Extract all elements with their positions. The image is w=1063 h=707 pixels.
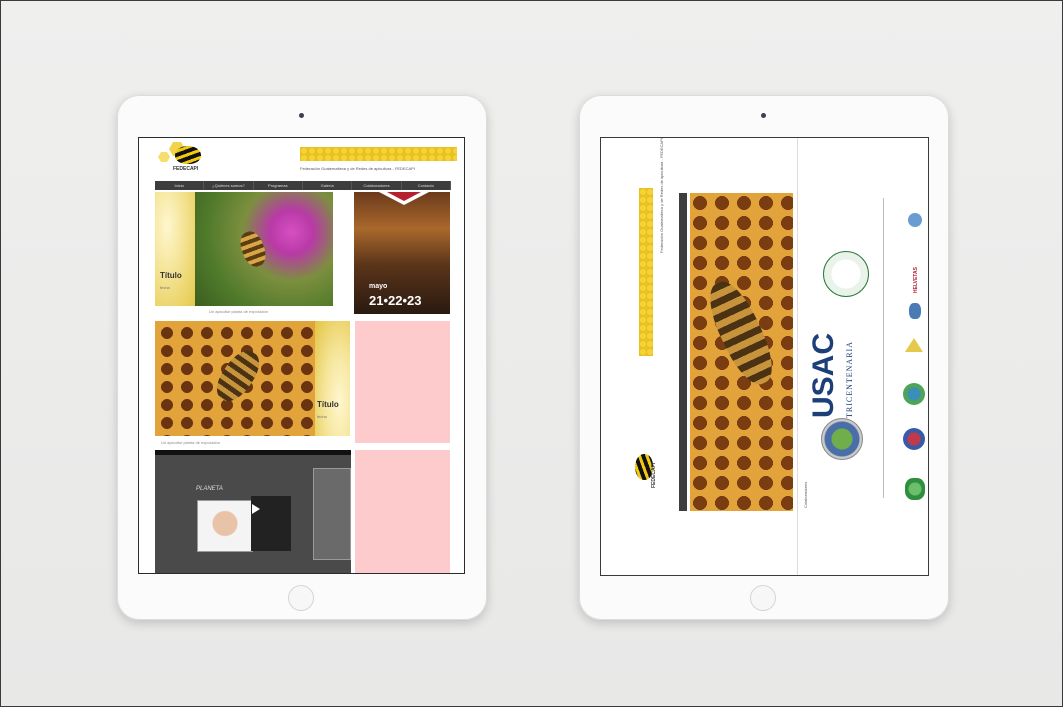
usac-logo: USAC	[807, 332, 840, 418]
tile-caption: Un apicultor planta de exposición	[161, 440, 220, 445]
tile-subtitle: fecha	[160, 285, 170, 290]
main-nav: Inicio ¿Quiénes somos? Programas Galería…	[155, 181, 451, 190]
tablet-screen: Federación Guatemalteca y de Redes de ap…	[600, 137, 929, 576]
event-dates: 21•22•23	[369, 293, 422, 308]
rotated-tagline: Federación Guatemalteca y de Redes de ap…	[659, 138, 664, 253]
usac-seal-icon	[821, 418, 863, 460]
tile-caption: Un apicultor planta de exposición	[209, 309, 268, 314]
usac-subtitle: TRICENTENARIA	[845, 341, 854, 418]
partner-logo-icon	[903, 383, 925, 405]
nav-item[interactable]: Programas	[254, 181, 303, 190]
logo-text: FEDECAPI	[173, 166, 199, 172]
tablet-screen: FEDECAPI Federación Guatemalteca y de Re…	[138, 137, 465, 574]
partner-logo-icon	[905, 478, 925, 500]
tablet-camera	[761, 113, 766, 118]
tablet-left: FEDECAPI Federación Guatemalteca y de Re…	[117, 95, 487, 620]
partner-logo-icon	[909, 303, 921, 319]
header-honeycomb-banner	[300, 147, 457, 161]
section-label: Colaboradores	[803, 481, 808, 508]
play-icon[interactable]	[252, 504, 260, 514]
nav-item[interactable]: Contacto	[402, 181, 451, 190]
tablet-camera	[299, 113, 304, 118]
event-ribbon-icon	[379, 192, 429, 205]
tile-title: Título	[317, 400, 339, 409]
partner-logo-icon	[908, 213, 922, 227]
partner-logo-icon	[903, 428, 925, 450]
empty-tile	[355, 450, 450, 573]
divider	[797, 138, 798, 575]
logo-text: FEDECAPI	[651, 462, 657, 488]
header-tagline: Federación Guatemalteca y de Redes de ap…	[300, 166, 415, 171]
tile-subtitle: fecha	[317, 414, 327, 419]
bee-logo-icon	[175, 146, 201, 164]
vertical-nav	[679, 193, 687, 511]
nav-item[interactable]: Inicio	[155, 181, 205, 190]
nav-item[interactable]: ¿Quiénes somos?	[204, 181, 254, 190]
video-side-panel	[313, 468, 351, 560]
tile-title: Título	[160, 271, 182, 280]
video-title: PLANETA	[196, 486, 223, 492]
empty-tile	[355, 321, 450, 443]
partner-emblem-icon	[823, 251, 869, 297]
nav-item[interactable]: Colaboradores	[352, 181, 402, 190]
nav-item[interactable]: Galería	[303, 181, 353, 190]
home-button[interactable]	[750, 585, 776, 611]
video-frame	[197, 500, 253, 552]
event-month: mayo	[369, 283, 388, 290]
honeycomb-side-banner	[639, 188, 653, 356]
divider	[883, 198, 884, 498]
tablet-right: Federación Guatemalteca y de Redes de ap…	[579, 95, 949, 620]
home-button[interactable]	[288, 585, 314, 611]
partner-name: HELVETAS	[913, 267, 919, 293]
partner-logo-icon	[905, 338, 923, 352]
